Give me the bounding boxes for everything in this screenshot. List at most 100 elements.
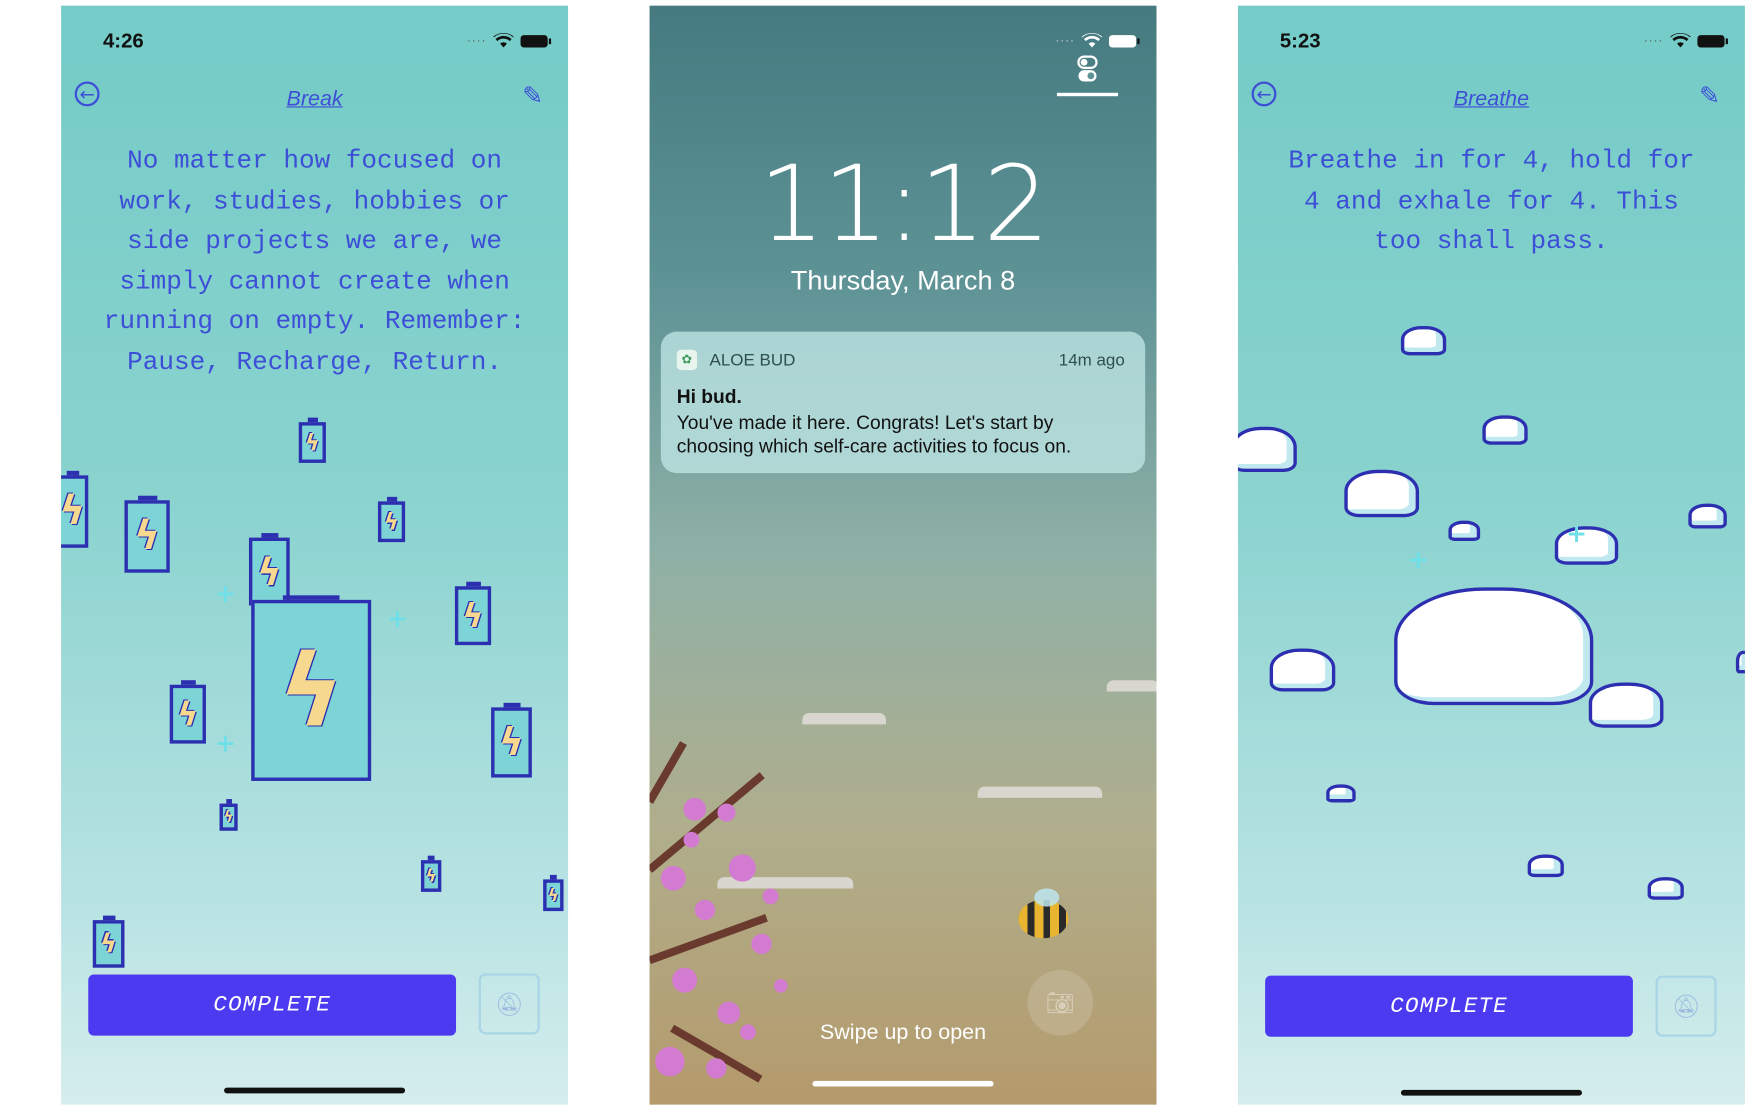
aloe-app-icon: ✿ xyxy=(676,349,698,371)
background-cloud xyxy=(1106,680,1157,692)
sparkle-icon: + xyxy=(1566,520,1587,549)
cloud-icon xyxy=(1588,682,1664,728)
quote-text: Breathe in for 4, hold for 4 and exhale … xyxy=(1249,141,1733,262)
pencil-icon[interactable]: ✎ xyxy=(522,83,543,111)
cloud-icon xyxy=(1326,784,1356,803)
break-screen: ϟ ϟ ϟ ϟ ϟ ϟ ϟ ϟ ϟ ϟ ϟ ϟ ϟ + + + 4:26 ···· ← Break ✎ No … xyxy=(61,5,569,1105)
battery-status-icon xyxy=(1108,34,1140,47)
swipe-hint: Swipe up to open xyxy=(819,1020,987,1045)
bell-off-icon[interactable]: 🔕︎ xyxy=(1655,975,1717,1037)
quote-line: side projects we are, we xyxy=(127,226,503,256)
lightning-icon: ϟ xyxy=(498,719,525,766)
battery-icon: ϟ xyxy=(169,680,206,744)
quote-line: running on empty. Remember: xyxy=(103,306,526,337)
blossom xyxy=(655,1046,685,1077)
bell-off-icon[interactable]: 🔕︎ xyxy=(478,973,540,1035)
sparkle-icon: + xyxy=(215,580,236,609)
toggle-icon[interactable] xyxy=(1077,55,1098,82)
blossom xyxy=(774,979,788,993)
blossom xyxy=(728,854,756,882)
battery-icon: ϟ xyxy=(61,470,89,548)
signal-icon: ···· xyxy=(1055,34,1076,47)
blossom xyxy=(694,899,716,921)
home-indicator[interactable] xyxy=(1400,1089,1582,1096)
blossom xyxy=(762,888,779,905)
lightning-icon: ϟ xyxy=(134,513,161,560)
bee-illustration xyxy=(1018,888,1069,939)
status-icons: ···· xyxy=(1055,32,1140,49)
background-cloud xyxy=(977,786,1103,798)
battery-icon: ϟ xyxy=(491,702,532,778)
quote-line: simply cannot create when xyxy=(119,266,510,296)
lightning-icon: ϟ xyxy=(61,488,86,535)
toggle-underline xyxy=(1056,92,1119,97)
quote-line: work, studies, hobbies or xyxy=(119,186,510,216)
cloud-icon xyxy=(1527,854,1564,878)
screen-title: Break xyxy=(286,87,343,111)
cloud-icon xyxy=(1448,520,1481,542)
complete-button[interactable]: COMPLETE xyxy=(1265,975,1633,1037)
signal-icon: ···· xyxy=(466,34,487,47)
home-indicator[interactable] xyxy=(812,1080,994,1087)
battery-icon: ϟ xyxy=(543,874,564,912)
battery-icon: ϟ xyxy=(251,595,372,781)
cloud-icon xyxy=(1400,325,1447,356)
battery-icon: ϟ xyxy=(377,496,406,543)
blossom xyxy=(717,803,736,822)
sparkle-icon: + xyxy=(1407,546,1429,575)
wifi-icon xyxy=(1670,32,1691,48)
lightning-icon: ϟ xyxy=(223,808,234,826)
lightning-icon: ϟ xyxy=(177,694,199,734)
status-time: 5:23 xyxy=(1279,29,1321,53)
cloud-icon xyxy=(1688,503,1727,529)
cloud-icon xyxy=(1735,650,1745,674)
status-icons: ···· xyxy=(466,32,552,49)
sparkle-icon: + xyxy=(215,730,236,759)
notification-app-name: ALOE BUD xyxy=(709,350,796,371)
status-icons: ···· xyxy=(1644,32,1728,49)
battery-status-icon xyxy=(1697,34,1728,47)
tree-branch xyxy=(649,741,687,804)
status-time: 4:26 xyxy=(102,29,144,53)
battery-icon: ϟ xyxy=(124,495,170,573)
cloud-icon xyxy=(1237,426,1297,472)
battery-icon: ϟ xyxy=(420,855,442,892)
blossom xyxy=(751,933,772,955)
lock-date: Thursday, March 8 xyxy=(790,265,1016,297)
lock-screen: ···· 11:12 Thursday, March 8 ✿ ALOE BUD … xyxy=(649,5,1157,1105)
quote-line: No matter how focused on xyxy=(127,146,503,176)
cloud-icon xyxy=(1269,648,1336,692)
lightning-icon: ϟ xyxy=(304,428,320,457)
notification-body: You've made it here. Congrats! Let's sta… xyxy=(676,411,1072,458)
lightning-icon: ϟ xyxy=(462,596,484,635)
lightning-icon: ϟ xyxy=(425,865,437,887)
cloud-icon xyxy=(1344,469,1420,518)
sparkle-icon: + xyxy=(387,605,408,634)
wifi-icon xyxy=(1081,32,1103,48)
battery-status-icon xyxy=(520,34,552,47)
battery-icon: ϟ xyxy=(454,581,492,646)
lock-time: 11:12 xyxy=(758,143,1050,265)
battery-icon: ϟ xyxy=(298,417,326,463)
notification-card[interactable]: ✿ ALOE BUD 14m ago Hi bud. You've made i… xyxy=(660,331,1146,474)
pencil-icon[interactable]: ✎ xyxy=(1699,83,1720,111)
screen-title: Breathe xyxy=(1453,87,1530,111)
lightning-icon: ϟ xyxy=(384,508,399,536)
quote-line: 4 and exhale for 4. This xyxy=(1304,186,1679,216)
tree-branch xyxy=(649,914,768,965)
complete-button[interactable]: COMPLETE xyxy=(88,974,457,1036)
lightning-icon: ϟ xyxy=(100,929,118,959)
blossom xyxy=(683,797,707,821)
lightning-icon: ϟ xyxy=(278,632,345,749)
lightning-icon: ϟ xyxy=(256,549,282,594)
blossom xyxy=(660,865,686,891)
cloud-icon xyxy=(1482,415,1528,445)
notification-title: Hi bud. xyxy=(676,385,742,408)
background-cloud xyxy=(802,713,887,725)
battery-icon: ϟ xyxy=(92,915,125,968)
quote-line: Pause, Recharge, Return. xyxy=(127,346,503,377)
home-indicator[interactable] xyxy=(224,1087,406,1094)
breathe-screen: + + 5:23 ···· ← Breathe ✎ Breathe in for … xyxy=(1237,5,1745,1105)
lightning-icon: ϟ xyxy=(547,885,559,906)
quote-line: Breathe in for 4, hold for xyxy=(1288,146,1695,176)
